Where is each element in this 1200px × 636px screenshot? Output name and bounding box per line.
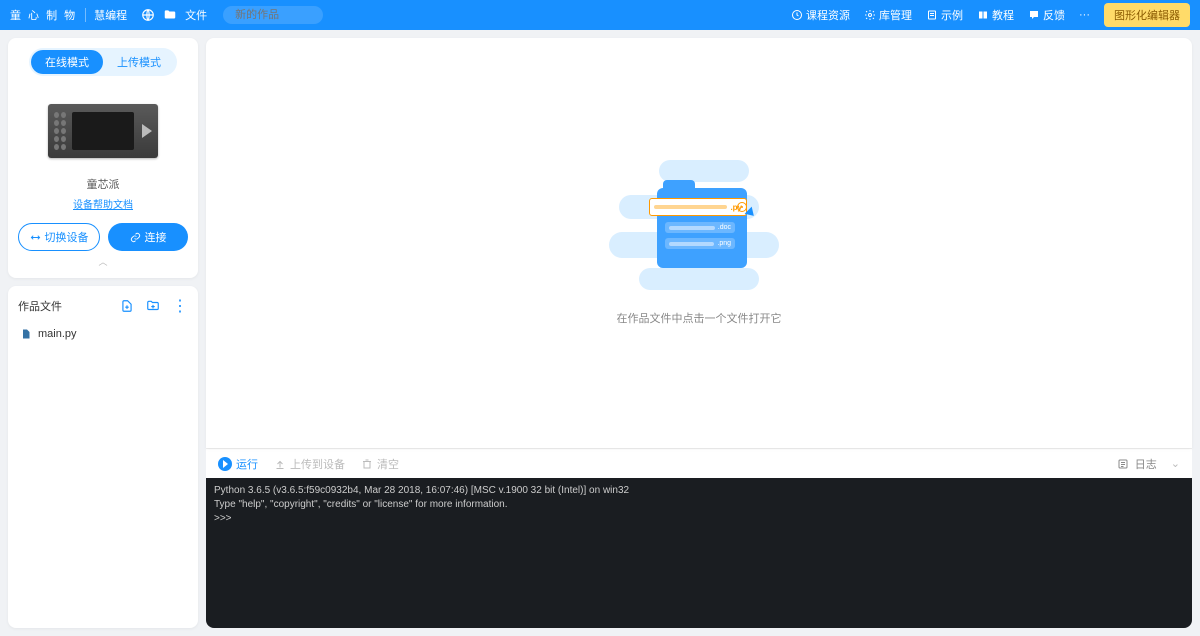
device-panel: 在线模式 上传模式 童芯派 设备帮助文档 切换设备 连接 ︿ [8, 38, 198, 278]
upload-icon [274, 458, 286, 470]
editor-panel: py .py .doc .png 在作品文件中点击一个文件打开它 [206, 38, 1192, 448]
nav-example[interactable]: 示例 [926, 7, 963, 23]
nav-lib[interactable]: 库管理 [864, 7, 912, 23]
clear-button[interactable]: 清空 [361, 456, 399, 472]
product-name: 慧编程 [94, 7, 127, 23]
upload-button[interactable]: 上传到设备 [274, 456, 345, 472]
chevron-down-icon[interactable]: ⌄ [1171, 457, 1180, 470]
terminal[interactable]: Python 3.6.5 (v3.6.5:f59c0932b4, Mar 28 … [206, 478, 1192, 628]
device-name: 童芯派 [87, 176, 120, 192]
nav-example-label: 示例 [941, 7, 963, 23]
file-menu[interactable]: 文件 [185, 7, 207, 23]
folder-icon[interactable] [163, 8, 177, 22]
run-button[interactable]: 运行 [218, 456, 258, 472]
log-label[interactable]: 日志 [1135, 456, 1157, 472]
swap-icon [30, 232, 41, 243]
connect-button[interactable]: 连接 [108, 223, 188, 251]
mode-tabs: 在线模式 上传模式 [29, 48, 177, 76]
files-actions: ⋮ [120, 296, 188, 316]
tab-online-mode[interactable]: 在线模式 [31, 50, 103, 74]
header-right: 课程资源 库管理 示例 教程 反馈 ··· 图形化编辑器 [791, 3, 1190, 27]
sidebar: 在线模式 上传模式 童芯派 设备帮助文档 切换设备 连接 ︿ [8, 38, 198, 628]
file-name: main.py [38, 328, 77, 340]
device-image [48, 104, 158, 158]
nav-course-label: 课程资源 [806, 7, 850, 23]
nav-feedback[interactable]: 反馈 [1028, 7, 1065, 23]
clear-icon [361, 458, 373, 470]
terminal-line: Python 3.6.5 (v3.6.5:f59c0932b4, Mar 28 … [214, 485, 629, 496]
switch-device-label: 切换设备 [45, 229, 89, 245]
empty-hint: 在作品文件中点击一个文件打开它 [617, 310, 782, 326]
logo-text: 童 心 制 物 [10, 7, 77, 23]
more-files-icon[interactable]: ⋮ [172, 296, 188, 316]
project-name-input[interactable] [223, 6, 323, 24]
empty-illustration: py .py .doc .png [599, 160, 799, 300]
nav-feedback-label: 反馈 [1043, 7, 1065, 23]
console-toolbar: 运行 上传到设备 清空 日志 ⌄ [206, 448, 1192, 478]
collapse-handle[interactable]: ︿ [98, 255, 107, 268]
nav-tutorial-label: 教程 [992, 7, 1014, 23]
switch-editor-button[interactable]: 图形化编辑器 [1104, 3, 1190, 27]
file-item[interactable]: main.py [18, 324, 188, 344]
nav-tutorial[interactable]: 教程 [977, 7, 1014, 23]
terminal-prompt: >>> [214, 513, 232, 524]
device-actions: 切换设备 连接 [18, 223, 188, 251]
play-icon [218, 457, 232, 471]
nav-course[interactable]: 课程资源 [791, 7, 850, 23]
python-file-icon [20, 328, 32, 340]
divider [85, 8, 86, 22]
log-icon [1117, 458, 1129, 470]
upload-label: 上传到设备 [290, 456, 345, 472]
clear-label: 清空 [377, 456, 399, 472]
content-area: py .py .doc .png 在作品文件中点击一个文件打开它 运行 上传到设… [206, 38, 1192, 628]
tab-upload-mode[interactable]: 上传模式 [103, 50, 175, 74]
target-icon [737, 202, 747, 212]
switch-device-button[interactable]: 切换设备 [18, 223, 100, 251]
globe-icon[interactable] [141, 8, 155, 22]
link-icon [130, 232, 141, 243]
files-panel: 作品文件 ⋮ main.py [8, 286, 198, 628]
files-header: 作品文件 ⋮ [18, 296, 188, 316]
header-left: 童 心 制 物 慧编程 文件 [10, 6, 323, 24]
run-label: 运行 [236, 456, 258, 472]
files-title: 作品文件 [18, 298, 62, 314]
new-file-icon[interactable] [120, 299, 134, 313]
terminal-line: Type "help", "copyright", "credits" or "… [214, 499, 508, 510]
app-header: 童 心 制 物 慧编程 文件 课程资源 库管理 示例 教程 反馈 [0, 0, 1200, 30]
nav-lib-label: 库管理 [879, 7, 912, 23]
more-icon[interactable]: ··· [1079, 9, 1090, 21]
device-help-link[interactable]: 设备帮助文档 [73, 196, 133, 211]
new-folder-icon[interactable] [146, 299, 160, 313]
connect-label: 连接 [145, 229, 167, 245]
toolbar-right: 日志 ⌄ [1117, 456, 1180, 472]
main-layout: 在线模式 上传模式 童芯派 设备帮助文档 切换设备 连接 ︿ [0, 30, 1200, 636]
